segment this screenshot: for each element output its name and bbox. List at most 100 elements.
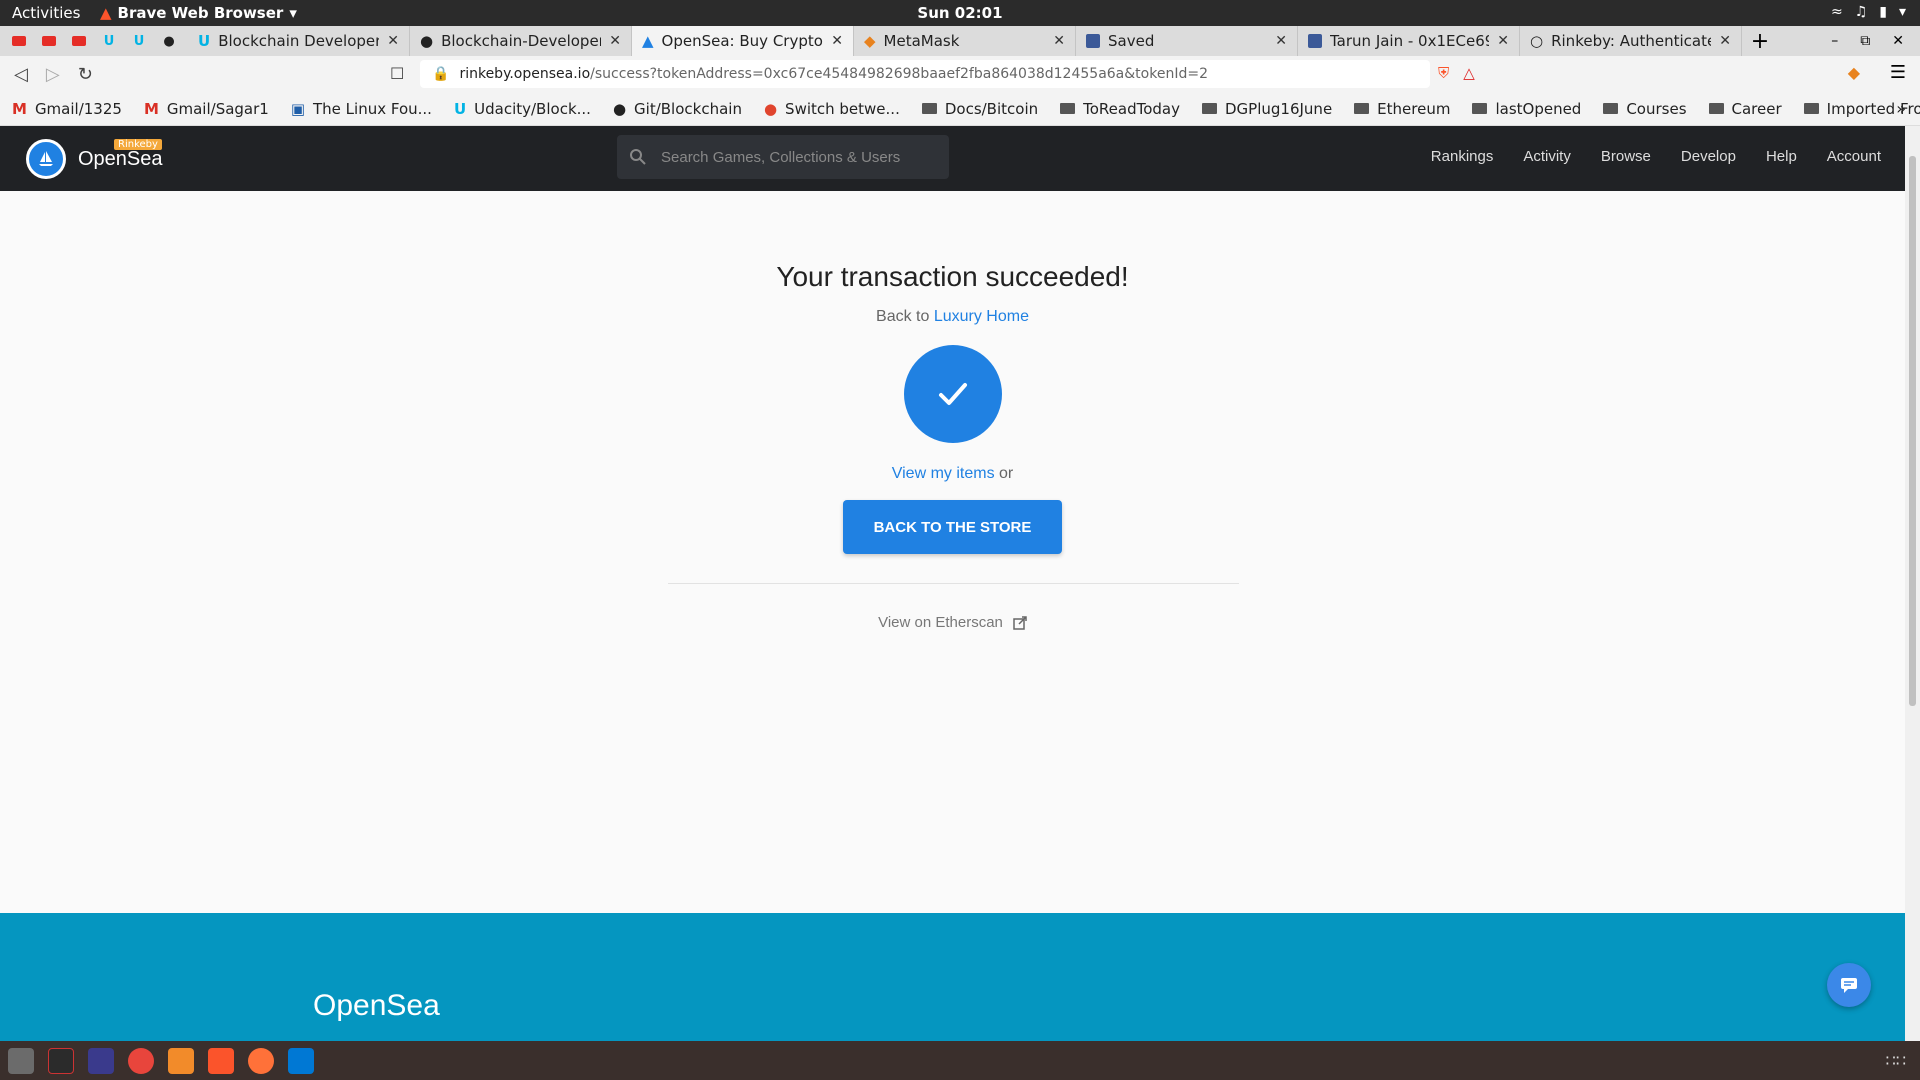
facebook-icon xyxy=(1308,34,1322,48)
maximize-icon[interactable]: ⧉ xyxy=(1860,33,1870,49)
nav-develop[interactable]: Develop xyxy=(1681,148,1736,165)
firefox-icon[interactable] xyxy=(248,1047,274,1074)
chevron-right-icon[interactable]: » xyxy=(1896,99,1906,118)
bookmark-label: Gmail/1325 xyxy=(34,99,122,118)
brave-shield-icon[interactable]: ⛨ xyxy=(1438,64,1449,82)
brave-icon: ▲ xyxy=(100,4,112,22)
chrome-icon[interactable] xyxy=(128,1047,154,1074)
tab-title: Rinkeby: Authenticated xyxy=(1551,32,1712,50)
tab-title: Blockchain-Developer-N xyxy=(441,32,601,50)
network-badge: Rinkeby xyxy=(114,139,162,150)
menu-icon[interactable]: ☰ xyxy=(1890,62,1906,83)
new-tab-button[interactable]: + xyxy=(1742,26,1778,56)
close-icon[interactable]: ✕ xyxy=(609,33,621,49)
folder-icon xyxy=(1060,103,1076,114)
folder-icon xyxy=(1354,103,1370,114)
close-icon[interactable]: ✕ xyxy=(1719,33,1731,49)
activities-button[interactable]: Activities xyxy=(12,4,80,22)
main-content: Your transaction succeeded! Back to Luxu… xyxy=(0,191,1905,913)
udacity-icon: U xyxy=(453,99,467,118)
success-check-icon xyxy=(904,345,1002,443)
nav-browse[interactable]: Browse xyxy=(1601,148,1651,165)
system-tray[interactable]: ≈ ♫ ▮ ▾ xyxy=(1831,4,1906,20)
udacity-icon[interactable]: U xyxy=(128,30,150,52)
nav-help[interactable]: Help xyxy=(1766,148,1797,165)
search-icon xyxy=(630,149,646,165)
page-scrollbar[interactable] xyxy=(1905,126,1920,1041)
bookmark-label: lastOpened xyxy=(1495,99,1582,118)
bookmark-item[interactable]: ▣ The Linux Fou... xyxy=(291,100,432,118)
sublime-icon[interactable] xyxy=(168,1047,194,1074)
tab-title: Tarun Jain - 0x1ECe69aA xyxy=(1330,32,1489,50)
chevron-down-icon: ▾ xyxy=(1898,4,1906,20)
brave-shields: ⛨ △ xyxy=(1438,64,1475,82)
url-field[interactable]: 🔒 rinkeby.opensea.io/success?tokenAddres… xyxy=(420,60,1430,88)
forward-icon[interactable]: ▷ xyxy=(46,64,60,85)
close-icon[interactable]: ✕ xyxy=(1275,33,1287,49)
nav-activity[interactable]: Activity xyxy=(1523,148,1571,165)
tab-opensea[interactable]: ▲ OpenSea: Buy Crypto Co ✕ xyxy=(632,26,854,56)
bookmark-item[interactable]: ● Git/Blockchain xyxy=(613,100,742,118)
nav-rankings[interactable]: Rankings xyxy=(1431,148,1494,165)
youtube-icon[interactable] xyxy=(38,30,60,52)
minimize-icon[interactable]: – xyxy=(1831,33,1838,49)
bookmark-item[interactable]: U Udacity/Block... xyxy=(454,100,591,118)
back-line: Back to Luxury Home xyxy=(0,308,1905,326)
udacity-icon[interactable]: U xyxy=(98,30,120,52)
bookmark-folder[interactable]: DGPlug16June xyxy=(1202,100,1332,118)
bookmark-label: Ethereum xyxy=(1377,99,1451,118)
bookmark-item[interactable]: M Gmail/Sagar1 xyxy=(144,100,269,118)
tab-github-repo[interactable]: ● Blockchain-Developer-N ✕ xyxy=(410,26,632,56)
close-icon[interactable]: ✕ xyxy=(831,33,843,49)
chat-button[interactable] xyxy=(1827,963,1871,1007)
close-icon[interactable]: ✕ xyxy=(387,33,399,49)
tab-rinkeby[interactable]: ○ Rinkeby: Authenticated ✕ xyxy=(1520,26,1742,56)
tab-metamask[interactable]: ◆ MetaMask ✕ xyxy=(854,26,1076,56)
close-icon[interactable]: ✕ xyxy=(1497,33,1509,49)
tab-tarun-jain[interactable]: Tarun Jain - 0x1ECe69aA ✕ xyxy=(1298,26,1520,56)
bookmark-label: Switch betwe... xyxy=(785,99,900,118)
bookmark-folder[interactable]: Ethereum xyxy=(1354,100,1450,118)
lock-icon: 🔒 xyxy=(432,66,450,82)
brave-taskbar-icon[interactable] xyxy=(208,1047,234,1074)
github-icon[interactable]: ● xyxy=(158,30,180,52)
back-icon[interactable]: ◁ xyxy=(14,64,28,85)
scrollbar-thumb[interactable] xyxy=(1909,156,1916,706)
bookmark-folder[interactable]: Career xyxy=(1708,100,1782,118)
brave-rewards-icon[interactable]: △ xyxy=(1463,64,1475,82)
page-title: Your transaction succeeded! xyxy=(776,261,1129,292)
terminal-icon[interactable] xyxy=(48,1047,74,1074)
files-icon[interactable] xyxy=(8,1047,34,1074)
window-controls: – ⧉ ✕ xyxy=(1815,26,1920,56)
bookmark-icon[interactable]: ☐ xyxy=(390,64,404,83)
bookmark-folder[interactable]: ToReadToday xyxy=(1060,100,1180,118)
close-icon[interactable]: ✕ xyxy=(1053,33,1065,49)
youtube-icon[interactable] xyxy=(8,30,30,52)
app-menu[interactable]: ▲ Brave Web Browser ▾ xyxy=(100,4,297,22)
vscode-icon[interactable] xyxy=(288,1047,314,1074)
nav-account[interactable]: Account xyxy=(1827,148,1881,165)
app-grid-icon[interactable]: ∷∷ xyxy=(1886,1051,1906,1070)
bookmark-folder[interactable]: Courses xyxy=(1603,100,1687,118)
bookmark-folder[interactable]: Docs/Bitcoin xyxy=(921,100,1038,118)
reload-icon[interactable]: ↻ xyxy=(78,64,93,85)
bookmark-label: Gmail/Sagar1 xyxy=(166,99,269,118)
bookmark-item[interactable]: M Gmail/1325 xyxy=(12,100,122,118)
folder-icon xyxy=(1803,103,1819,114)
view-my-items-link[interactable]: View my items xyxy=(892,465,995,482)
bookmark-item[interactable]: ● Switch betwe... xyxy=(764,100,900,118)
system-top-bar: Activities ▲ Brave Web Browser ▾ Sun 02:… xyxy=(0,0,1920,26)
youtube-icon[interactable] xyxy=(68,30,90,52)
divider xyxy=(668,583,1239,584)
close-window-icon[interactable]: ✕ xyxy=(1892,33,1904,49)
logo-link[interactable]: OpenSea Rinkeby xyxy=(26,139,163,179)
tab-saved[interactable]: Saved ✕ xyxy=(1076,26,1298,56)
back-to-store-button[interactable]: BACK TO THE STORE xyxy=(843,500,1062,554)
etherscan-link[interactable]: View on Etherscan xyxy=(0,614,1905,631)
bookmark-folder[interactable]: lastOpened xyxy=(1472,100,1581,118)
intellij-icon[interactable] xyxy=(88,1047,114,1074)
metamask-extension-icon[interactable]: ◆ xyxy=(1848,63,1860,82)
tab-blockchain-developer[interactable]: U Blockchain Developer - U ✕ xyxy=(188,26,410,56)
luxury-home-link[interactable]: Luxury Home xyxy=(934,308,1029,325)
search-input[interactable]: Search Games, Collections & Users xyxy=(617,135,949,179)
